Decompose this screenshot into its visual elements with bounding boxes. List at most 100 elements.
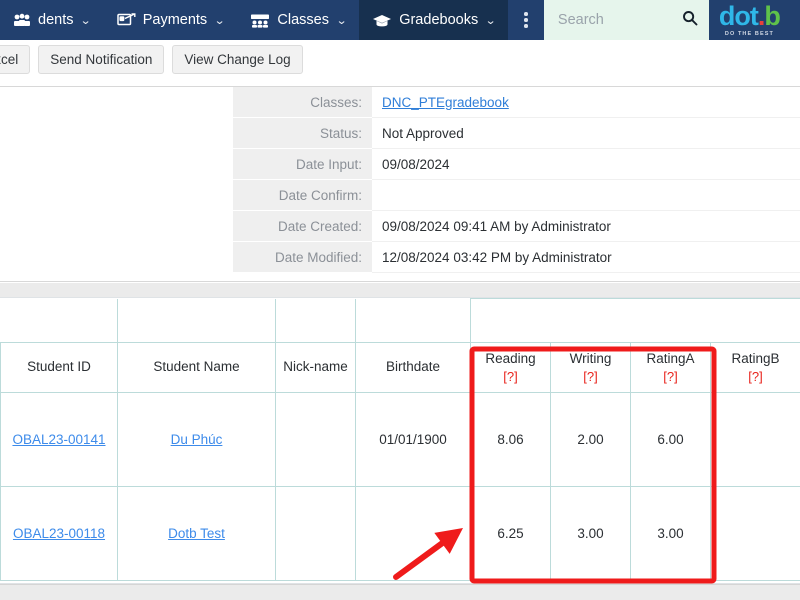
view-change-log-button[interactable]: View Change Log: [172, 44, 303, 74]
student-id-link[interactable]: OBAL23-00141: [12, 432, 105, 447]
student-grades-table-container: Student ID Student Name Nick-name Birthd…: [0, 297, 800, 584]
detail-value-classes: DNC_PTEgradebook: [372, 87, 800, 118]
band-spacer: [117, 298, 276, 343]
table-group-band-row: [0, 298, 800, 343]
cell-writing[interactable]: 2.00: [550, 392, 631, 487]
cell-student-name: Du Phúc: [117, 392, 276, 487]
chevron-down-icon: ⌄: [80, 14, 92, 27]
col-student-id[interactable]: Student ID: [0, 342, 118, 393]
nav-item-students[interactable]: dents ⌄: [0, 0, 104, 40]
col-label: Writing: [569, 350, 612, 366]
detail-label: Date Modified:: [0, 242, 372, 273]
detail-value-date-modified: 12/08/2024 03:42 PM by Administrator: [372, 242, 800, 273]
detail-value-date-created: 09/08/2024 09:41 AM by Administrator: [372, 211, 800, 242]
logo-part-1: dot: [718, 0, 759, 31]
gradebook-detail-panel: Classes: DNC_PTEgradebook Status: Not Ap…: [0, 86, 800, 282]
nav-item-classes[interactable]: Classes ⌄: [237, 0, 359, 40]
nav-item-label: Classes: [277, 12, 329, 28]
logo-tagline: DO THE BEST: [724, 30, 774, 37]
detail-value-status: Not Approved: [372, 118, 800, 149]
detail-label: Status:: [0, 118, 372, 149]
section-divider: [0, 283, 800, 297]
users-icon: [13, 13, 31, 28]
table-header-row: Student ID Student Name Nick-name Birthd…: [0, 342, 800, 393]
student-id-link[interactable]: OBAL23-00118: [13, 526, 105, 541]
nav-item-payments[interactable]: Payments ⌄: [104, 0, 238, 40]
search-icon[interactable]: [682, 10, 698, 31]
student-name-link[interactable]: Du Phúc: [171, 432, 223, 447]
detail-row-date-input: Date Input: 09/08/2024: [0, 149, 800, 180]
col-birthdate[interactable]: Birthdate: [355, 342, 471, 393]
detail-label: Date Confirm:: [0, 180, 372, 211]
cell-writing[interactable]: 3.00: [550, 486, 631, 581]
student-grades-table: Student ID Student Name Nick-name Birthd…: [0, 298, 800, 581]
col-writing[interactable]: Writing [?]: [550, 342, 631, 393]
band-spacer: [275, 298, 356, 343]
col-label: Reading: [485, 350, 536, 366]
cell-rating-a[interactable]: 3.00: [630, 486, 711, 581]
detail-label: Date Input:: [0, 149, 372, 180]
col-label: Student ID: [27, 359, 91, 375]
top-navbar: dents ⌄ Payments ⌄ Classes ⌄ Gradebooks …: [0, 0, 800, 40]
nav-item-label: Payments: [142, 12, 208, 28]
col-student-name[interactable]: Student Name: [117, 342, 276, 393]
col-help-icon[interactable]: [?]: [631, 368, 710, 386]
table-row: OBAL23-00118 Dotb Test 6.25 3.00 3.00: [0, 486, 800, 581]
page-footer-strip: [0, 584, 800, 600]
detail-row-status: Status: Not Approved: [0, 118, 800, 149]
detail-value-date-confirm: [372, 180, 800, 211]
classes-link[interactable]: DNC_PTEgradebook: [382, 95, 509, 110]
classroom-icon: [250, 13, 270, 28]
col-label: Nick-name: [283, 359, 348, 375]
export-to-excel-button[interactable]: o Excel: [0, 44, 31, 74]
detail-label: Date Created:: [0, 211, 372, 242]
graduation-cap-icon: [372, 13, 392, 28]
col-help-icon[interactable]: [?]: [551, 368, 630, 386]
cell-student-id: OBAL23-00141: [0, 392, 118, 487]
detail-label: Classes:: [0, 87, 372, 118]
col-rating-a[interactable]: RatingA [?]: [630, 342, 711, 393]
cell-student-id: OBAL23-00118: [0, 486, 118, 581]
band-spacer: [0, 298, 118, 343]
cell-birthdate: 01/01/1900: [355, 392, 471, 487]
cell-nick-name: [275, 392, 356, 487]
cell-nick-name: [275, 486, 356, 581]
chevron-down-icon: ⌄: [485, 14, 497, 27]
detail-row-date-confirm: Date Confirm:: [0, 180, 800, 211]
col-help-icon[interactable]: [?]: [711, 368, 800, 386]
col-help-icon[interactable]: [?]: [471, 368, 550, 386]
cell-rating-b[interactable]: [710, 486, 800, 581]
cell-birthdate: [355, 486, 471, 581]
search-input[interactable]: Search: [543, 0, 709, 40]
chevron-down-icon: ⌄: [214, 14, 226, 27]
grade-group-header: [470, 298, 800, 343]
band-spacer: [355, 298, 471, 343]
detail-row-date-modified: Date Modified: 12/08/2024 03:42 PM by Ad…: [0, 242, 800, 273]
chevron-down-icon: ⌄: [335, 14, 348, 27]
cell-rating-a[interactable]: 6.00: [630, 392, 711, 487]
kebab-menu-icon[interactable]: [508, 0, 544, 40]
cell-reading[interactable]: 6.25: [470, 486, 551, 581]
nav-item-label: dents: [38, 12, 74, 28]
table-row: OBAL23-00141 Du Phúc 01/01/1900 8.06 2.0…: [0, 392, 800, 487]
nav-item-gradebooks[interactable]: Gradebooks ⌄: [359, 0, 509, 40]
detail-value-date-input: 09/08/2024: [372, 149, 800, 180]
col-rating-b[interactable]: RatingB [?]: [710, 342, 800, 393]
send-notification-button[interactable]: Send Notification: [38, 44, 165, 74]
col-reading[interactable]: Reading [?]: [470, 342, 551, 393]
cell-reading[interactable]: 8.06: [470, 392, 551, 487]
detail-row-classes: Classes: DNC_PTEgradebook: [0, 87, 800, 118]
col-label: Birthdate: [385, 359, 441, 375]
logo-part-2: b: [764, 0, 780, 31]
student-name-link[interactable]: Dotb Test: [168, 526, 225, 541]
nav-item-label: Gradebooks: [399, 12, 479, 28]
brand-logo[interactable]: dot.b DO THE BEST: [708, 0, 800, 40]
cell-rating-b[interactable]: [710, 392, 800, 487]
col-nick-name[interactable]: Nick-name: [275, 342, 356, 393]
col-label: RatingA: [646, 350, 695, 366]
detail-row-date-created: Date Created: 09/08/2024 09:41 AM by Adm…: [0, 211, 800, 242]
col-label: RatingB: [731, 350, 780, 366]
search-placeholder: Search: [557, 12, 604, 28]
action-toolbar: o Excel Send Notification View Change Lo…: [0, 40, 800, 78]
cell-student-name: Dotb Test: [117, 486, 276, 581]
